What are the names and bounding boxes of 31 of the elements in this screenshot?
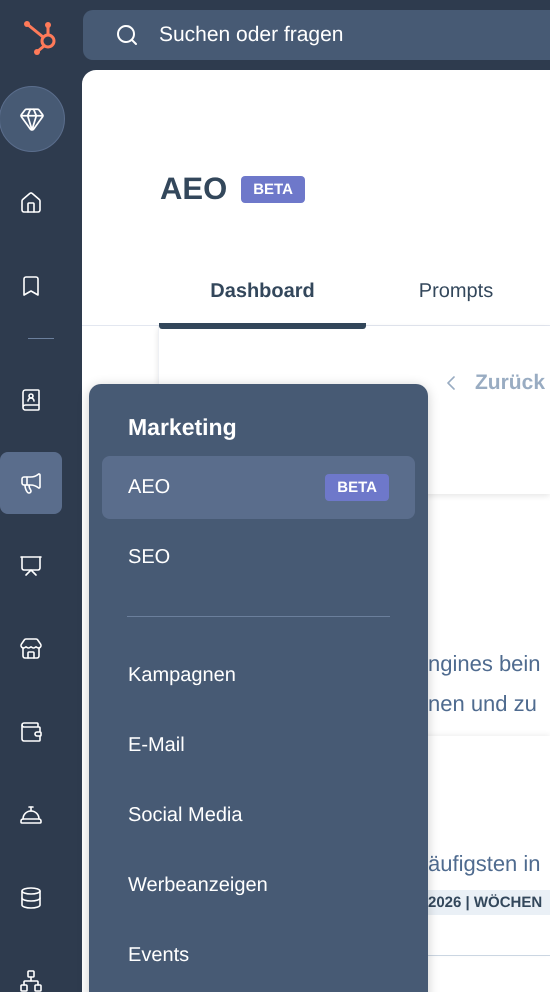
beta-tag: BETA <box>241 176 305 202</box>
section-text: äufigsten in <box>428 850 542 878</box>
database-icon <box>19 886 43 910</box>
search-field[interactable]: Suchen oder fragen <box>83 10 550 60</box>
menu-item[interactable]: Werbeanzeigen <box>102 854 415 917</box>
page-title: AEO <box>160 171 228 207</box>
menu-item[interactable]: SEO <box>102 526 415 589</box>
menu-item[interactable]: E-Mail <box>102 714 415 777</box>
description-text: ngines bein <box>428 650 542 678</box>
tab[interactable]: Prompts <box>366 268 546 329</box>
search-placeholder: Suchen oder fragen <box>159 23 344 47</box>
menu-item[interactable]: Events <box>102 924 415 987</box>
store-icon <box>19 637 43 661</box>
home-icon <box>19 191 43 215</box>
megaphone-icon <box>19 471 43 495</box>
menu-item[interactable]: AEO BETA <box>102 456 415 519</box>
menu-item[interactable]: Social Media <box>102 784 415 847</box>
search-icon <box>115 23 139 47</box>
service-bell-icon <box>19 803 43 827</box>
beta-tag: BETA <box>325 474 389 501</box>
menu-title: Marketing <box>128 414 237 441</box>
chart-report-icon <box>19 554 43 578</box>
hierarchy-icon <box>19 969 43 992</box>
sidebar-nav-button[interactable] <box>0 452 62 514</box>
tab[interactable]: Dashboard <box>159 268 366 329</box>
description-text: nen und zu <box>428 690 538 718</box>
menu-item[interactable]: Kampagnen <box>102 644 415 707</box>
contact-book-icon <box>19 388 43 412</box>
wallet-icon <box>19 720 43 744</box>
date-range-band: 2026 | WÖCHEN <box>428 890 550 915</box>
diamond-icon <box>19 106 45 132</box>
